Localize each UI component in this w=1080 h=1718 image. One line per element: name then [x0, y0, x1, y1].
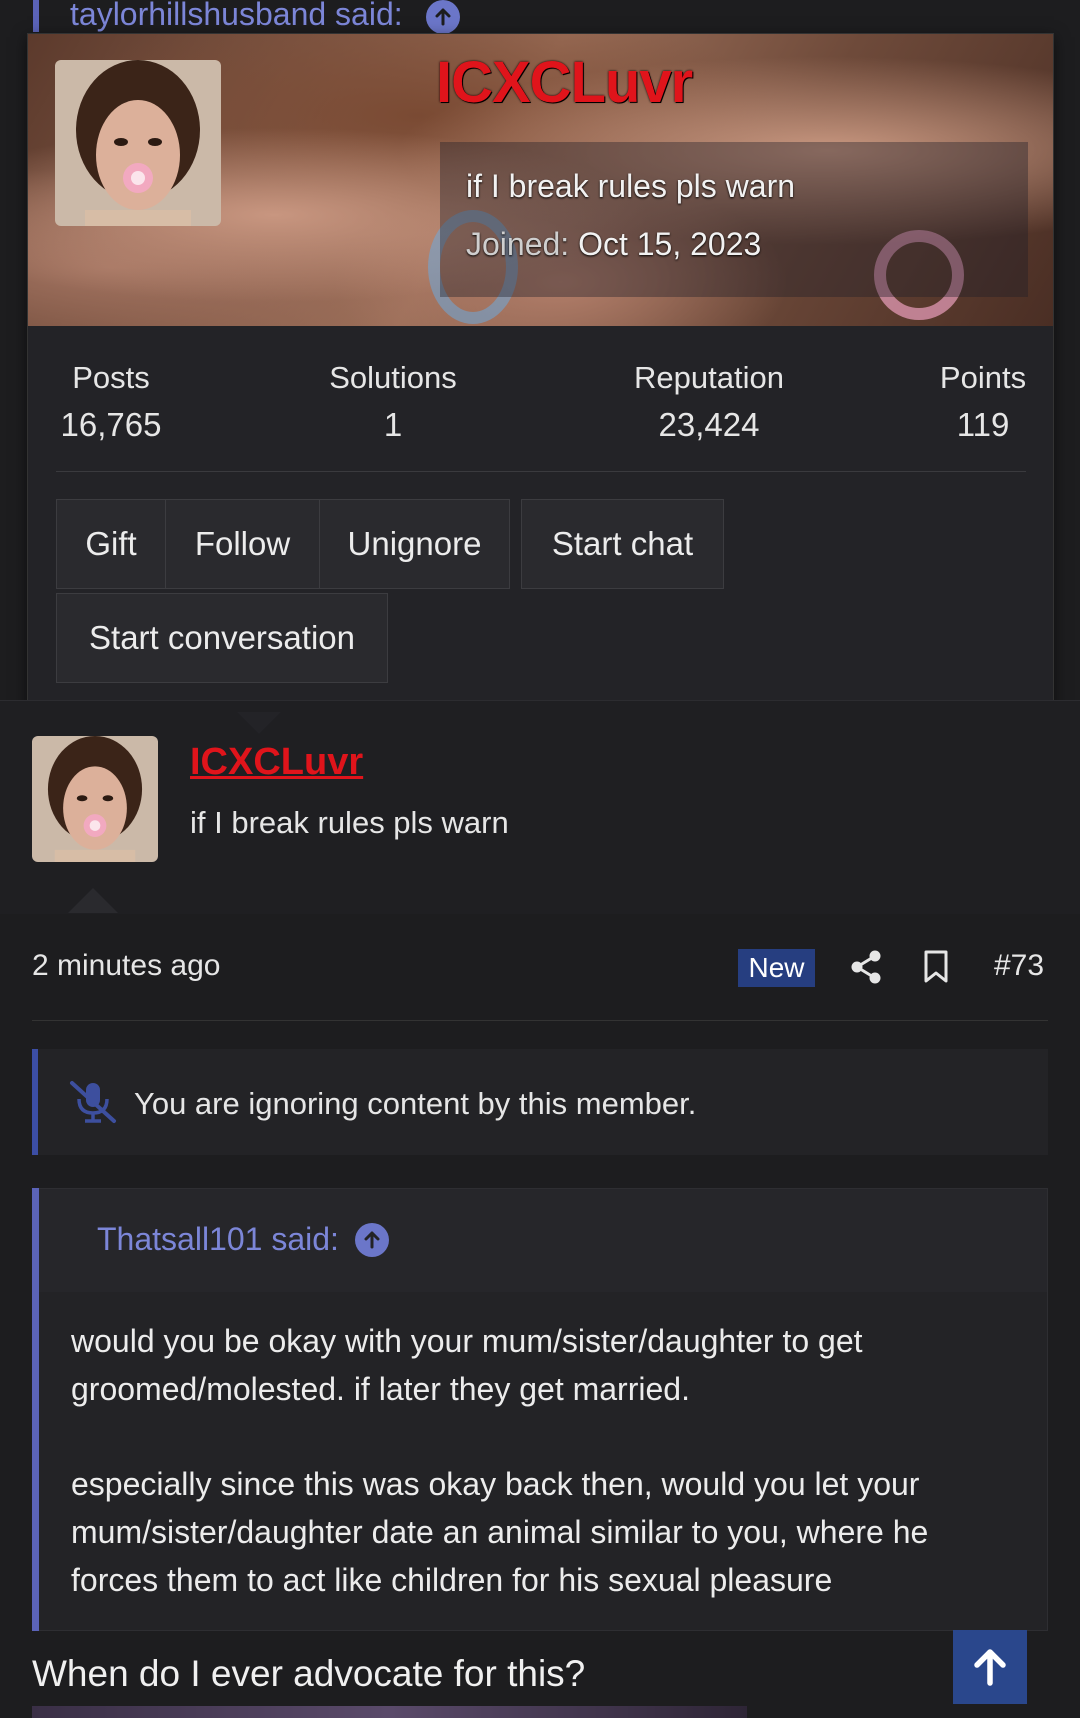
tooltip-pointer — [237, 712, 281, 734]
mic-off-icon — [68, 1079, 118, 1125]
stat-points[interactable]: Points 119 — [928, 360, 1038, 444]
stat-value: 23,424 — [658, 406, 760, 443]
unignore-button[interactable]: Unignore — [319, 499, 510, 589]
quote-accent-bar — [33, 0, 39, 32]
notice-accent-bar — [32, 1049, 38, 1155]
stat-reputation[interactable]: Reputation 23,424 — [614, 360, 804, 444]
quote-paragraph: especially since this was okay back then… — [71, 1466, 929, 1598]
stat-label: Points — [939, 360, 1027, 395]
arrow-up-circle-icon[interactable] — [425, 0, 460, 34]
post-number-link[interactable]: #73 — [994, 949, 1044, 983]
joined-date: Joined: Oct 15, 2023 — [466, 226, 761, 263]
start-chat-button[interactable]: Start chat — [521, 499, 724, 589]
avatar[interactable] — [55, 60, 221, 226]
banner-info-panel: if I break rules pls warn Joined: Oct 15… — [440, 142, 1028, 297]
new-badge: New — [738, 949, 815, 987]
divider — [56, 471, 1026, 472]
stat-label: Reputation — [634, 360, 784, 395]
arrow-up-circle-icon[interactable] — [354, 1222, 389, 1257]
stat-value: 119 — [956, 406, 1010, 443]
divider — [32, 1020, 1048, 1021]
quote-author: Thatsall101 said: — [97, 1221, 389, 1258]
quote-block: Thatsall101 said: would you be okay with… — [32, 1188, 1048, 1631]
embedded-image[interactable] — [32, 1706, 747, 1718]
message-user-info: ICXCLuvr if I break rules pls warn — [0, 700, 1080, 914]
card-username[interactable]: ICXCLuvr — [436, 49, 693, 116]
stat-label: Posts — [72, 360, 150, 395]
start-conversation-button[interactable]: Start conversation — [56, 593, 388, 683]
quote-author-link[interactable]: Thatsall101 said: — [97, 1221, 339, 1258]
scroll-to-top-button[interactable] — [953, 1630, 1027, 1704]
quote-author-link[interactable]: taylorhillshusband said: — [70, 0, 403, 32]
share-icon[interactable] — [848, 947, 884, 987]
stat-label: Solutions — [329, 360, 457, 395]
message-user-title: if I break rules pls warn — [190, 805, 509, 840]
joined-label: Joined: — [466, 226, 570, 262]
profile-banner: ICXCLuvr if I break rules pls warn Joine… — [28, 34, 1053, 326]
reply-text: When do I ever advocate for this? — [32, 1653, 586, 1694]
stat-value: 16,765 — [60, 406, 162, 443]
quote-accent-bar — [32, 1188, 39, 1631]
post-meta-bar: 2 minutes ago New #73 — [0, 913, 1080, 1023]
stat-value: 1 — [383, 406, 403, 443]
gift-button[interactable]: Gift — [56, 499, 166, 589]
quote-body: would you be okay with your mum/sister/d… — [71, 1317, 1021, 1651]
stat-posts[interactable]: Posts 16,765 — [56, 360, 166, 444]
avatar[interactable] — [32, 736, 158, 862]
member-stats: Posts 16,765 Solutions 1 Reputation 23,4… — [28, 326, 1053, 461]
post-time[interactable]: 2 minutes ago — [32, 949, 220, 983]
follow-button[interactable]: Follow — [165, 499, 320, 589]
stat-solutions[interactable]: Solutions 1 — [318, 360, 468, 444]
bookmark-icon[interactable] — [920, 947, 952, 987]
joined-value: Oct 15, 2023 — [578, 226, 762, 262]
arrow-up-icon — [974, 1649, 1006, 1686]
quote-paragraph: would you be okay with your mum/sister/d… — [71, 1323, 863, 1407]
user-title: if I break rules pls warn — [466, 168, 796, 204]
member-tooltip-card: ICXCLuvr if I break rules pls warn Joine… — [27, 33, 1054, 715]
top-quote-header: taylorhillshusband said: — [70, 0, 460, 34]
ignored-notice-text: You are ignoring content by this member. — [134, 1086, 697, 1121]
user-arrow — [68, 888, 118, 913]
ignored-notice: You are ignoring content by this member. — [32, 1049, 1048, 1155]
message-username[interactable]: ICXCLuvr — [190, 741, 363, 784]
